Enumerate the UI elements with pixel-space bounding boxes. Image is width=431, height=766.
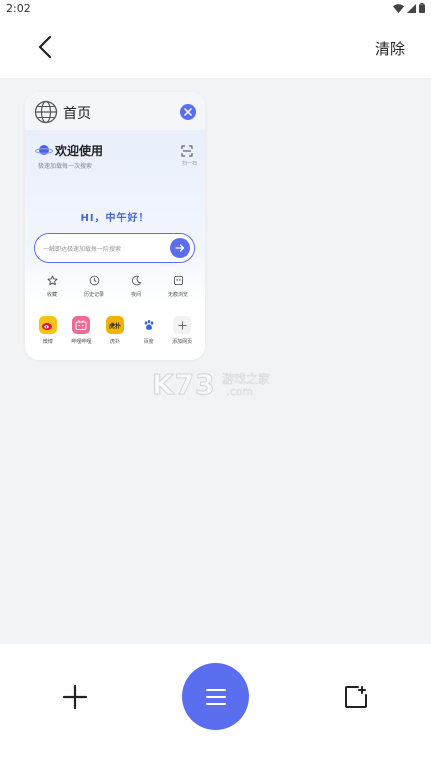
tab-card[interactable]: 首页 欢迎使用 极速加载每一次搜索 扫一扫 HI，中午好！ 一触即达极速加载每一…: [25, 92, 205, 360]
back-button[interactable]: [30, 32, 60, 62]
quick-link-night: 夜间: [120, 275, 152, 305]
watermark-domain: .com: [226, 385, 254, 399]
header: 清除: [0, 18, 431, 78]
new-tab-button[interactable]: [60, 682, 90, 712]
tab-title: 首页: [63, 106, 91, 122]
incognito-icon: [173, 275, 183, 286]
app-baidu: 百度: [133, 316, 165, 356]
quick-links-row: 收藏 历史记录 夜间 无痕浏览: [25, 275, 205, 305]
close-icon: [184, 108, 192, 116]
tab-close-button[interactable]: [180, 104, 196, 120]
search-placeholder: 一触即达极速加载每一阶搜索: [43, 246, 122, 253]
app-shortcuts-row: 微博 哔哩哔哩 虎扑 虎扑 百度 添加网页: [25, 316, 205, 356]
app-add-page: 添加网页: [166, 316, 198, 356]
chevron-left-icon: [38, 35, 52, 59]
search-input: 一触即达极速加载每一阶搜索: [34, 233, 195, 263]
baidu-icon: [139, 316, 158, 334]
plus-icon: [173, 316, 192, 334]
app-label: 微博: [42, 339, 53, 345]
new-window-button[interactable]: [341, 682, 371, 712]
battery-icon: [419, 3, 425, 13]
wifi-icon: [393, 3, 404, 13]
quick-link-label: 夜间: [130, 292, 141, 298]
greeting-text: HI，中午好！: [80, 213, 150, 224]
app-label: 添加网页: [172, 339, 193, 345]
globe-icon: [34, 100, 58, 124]
status-time: 2:02: [6, 2, 31, 15]
app-weibo: 微博: [32, 316, 64, 356]
quick-link-label: 历史记录: [83, 292, 104, 298]
menu-button[interactable]: [182, 663, 249, 730]
tabs-content-area: 首页 欢迎使用 极速加载每一次搜索 扫一扫 HI，中午好！ 一触即达极速加载每一…: [0, 78, 431, 644]
menu-icon: [205, 688, 226, 705]
quick-link-history: 历史记录: [78, 275, 110, 305]
new-window-icon: [345, 686, 367, 708]
quick-link-label: 收藏: [46, 292, 57, 298]
bottom-toolbar: [0, 644, 431, 766]
moon-icon: [131, 275, 141, 286]
watermark-brand: K73: [152, 368, 216, 402]
status-icons: [393, 3, 425, 13]
app-label: 虎扑: [109, 339, 120, 345]
bilibili-icon: [72, 316, 91, 334]
plus-icon: [62, 684, 88, 710]
app-label: 哔哩哔哩: [71, 339, 92, 345]
app-label: 百度: [143, 339, 154, 345]
scan-label: 扫一扫: [181, 161, 197, 167]
star-icon: [47, 275, 57, 286]
tab-preview: 欢迎使用 极速加载每一次搜索 扫一扫 HI，中午好！ 一触即达极速加载每一阶搜索…: [25, 130, 205, 360]
welcome-subtitle: 极速加载每一次搜索: [38, 163, 93, 170]
search-go-button: [170, 238, 190, 258]
app-bilibili: 哔哩哔哩: [65, 316, 97, 356]
k73-watermark: K73 游戏之家 .com: [152, 368, 282, 404]
signal-icon: [407, 3, 416, 13]
quick-link-incognito: 无痕浏览: [162, 275, 194, 305]
weibo-icon: [38, 316, 57, 334]
planet-logo-icon: [35, 145, 53, 155]
clock-icon: [89, 275, 99, 286]
scan-icon: [181, 145, 193, 157]
quick-link-bookmarks: 收藏: [36, 275, 68, 305]
arrow-right-icon: [175, 244, 185, 252]
app-hupu: 虎扑 虎扑: [99, 316, 131, 356]
clear-button[interactable]: 清除: [375, 38, 405, 59]
welcome-title: 欢迎使用: [55, 144, 104, 158]
quick-link-label: 无痕浏览: [167, 292, 188, 298]
hupu-icon: 虎扑: [105, 316, 124, 334]
status-bar: 2:02: [0, 0, 431, 18]
tab-card-header: 首页: [25, 92, 205, 130]
